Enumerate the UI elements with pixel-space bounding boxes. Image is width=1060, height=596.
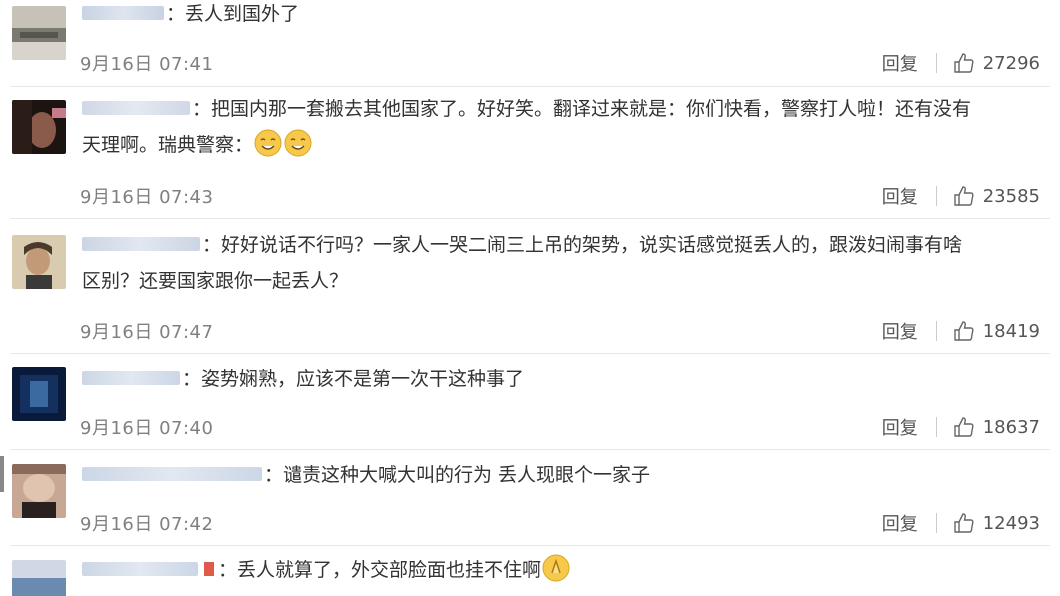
thumbs-up-icon bbox=[954, 513, 974, 533]
like-button[interactable]: 18637 bbox=[953, 416, 1040, 438]
reply-button[interactable]: 回复 bbox=[882, 50, 918, 76]
avatar[interactable] bbox=[12, 100, 66, 154]
like-button[interactable]: 27296 bbox=[953, 52, 1040, 74]
comment-text: ：谴责这种大喊大叫的行为 丢人现眼个一家子 bbox=[264, 464, 651, 486]
avatar[interactable] bbox=[12, 367, 66, 421]
comment-time: 9月16日 07:47 bbox=[80, 322, 214, 343]
username[interactable] bbox=[82, 236, 200, 251]
username[interactable] bbox=[82, 466, 262, 481]
divider bbox=[935, 417, 937, 437]
comment-text-line2: 天理啊。瑞典警察： bbox=[82, 134, 254, 156]
avatar[interactable] bbox=[12, 560, 66, 596]
comment-text: ：丢人就算了，外交部脸面也挂不住啊 bbox=[218, 559, 542, 581]
avatar[interactable] bbox=[12, 6, 66, 60]
like-count: 18637 bbox=[982, 416, 1040, 438]
laugh-emoji-icon bbox=[253, 128, 283, 158]
comment-feed: ：丢人到国外了 9月16日 07:41 回复 27296 ：把国内那一套搬去其他… bbox=[0, 0, 1060, 596]
reply-button[interactable]: 回复 bbox=[882, 414, 918, 440]
comment-item: ：丢人到国外了 9月16日 07:41 回复 27296 bbox=[0, 0, 1060, 87]
thumbs-up-icon bbox=[954, 321, 974, 341]
comment-text: ：丢人到国外了 bbox=[166, 3, 300, 25]
comment-item: ：好好说话不行吗？一家人一哭二闹三上吊的架势，说实话感觉挺丢人的，跟泼妇闹事有啥… bbox=[0, 219, 1060, 354]
comment-time: 9月16日 07:41 bbox=[80, 54, 214, 75]
comment-item: ：丢人就算了，外交部脸面也挂不住啊 bbox=[0, 546, 1060, 596]
comment-time: 9月16日 07:43 bbox=[80, 187, 214, 208]
avatar[interactable] bbox=[12, 464, 66, 518]
reply-button[interactable]: 回复 bbox=[882, 318, 918, 344]
verified-badge-icon bbox=[204, 561, 214, 576]
divider bbox=[935, 53, 937, 73]
comment-time: 9月16日 07:42 bbox=[80, 514, 214, 535]
username[interactable] bbox=[82, 100, 190, 115]
username[interactable] bbox=[82, 5, 164, 20]
thumbs-up-icon bbox=[954, 417, 974, 437]
comment-text: ：好好说话不行吗？一家人一哭二闹三上吊的架势，说实话感觉挺丢人的，跟泼妇闹事有啥 bbox=[202, 234, 963, 256]
comment-item: ：谴责这种大喊大叫的行为 丢人现眼个一家子 9月16日 07:42 回复 124… bbox=[0, 450, 1060, 546]
like-button[interactable]: 18419 bbox=[953, 320, 1040, 342]
thumbs-up-icon bbox=[954, 186, 974, 206]
pray-emoji-icon bbox=[541, 553, 571, 583]
like-button[interactable]: 12493 bbox=[953, 512, 1040, 534]
reply-button[interactable]: 回复 bbox=[882, 510, 918, 536]
divider bbox=[935, 186, 937, 206]
reply-button[interactable]: 回复 bbox=[882, 183, 918, 209]
comment-text: ：把国内那一套搬去其他国家了。好好笑。翻译过来就是：你们快看，警察打人啦！还有没… bbox=[192, 98, 972, 120]
comment-text-line2: 区别？还要国家跟你一起丢人？ bbox=[82, 270, 349, 292]
divider bbox=[935, 513, 937, 533]
avatar[interactable] bbox=[12, 235, 66, 289]
divider bbox=[935, 321, 937, 341]
username[interactable] bbox=[82, 370, 180, 385]
comment-text: ：姿势娴熟，应该不是第一次干这种事了 bbox=[182, 368, 525, 390]
laugh-emoji-icon bbox=[283, 128, 313, 158]
comment-item: ：姿势娴熟，应该不是第一次干这种事了 9月16日 07:40 回复 18637 bbox=[0, 354, 1060, 450]
thumbs-up-icon bbox=[954, 53, 974, 73]
like-button[interactable]: 23585 bbox=[953, 185, 1040, 207]
comment-time: 9月16日 07:40 bbox=[80, 418, 214, 439]
like-count: 23585 bbox=[982, 185, 1040, 207]
like-count: 18419 bbox=[982, 320, 1040, 342]
username[interactable] bbox=[82, 561, 198, 576]
like-count: 27296 bbox=[982, 52, 1040, 74]
comment-item: ：把国内那一套搬去其他国家了。好好笑。翻译过来就是：你们快看，警察打人啦！还有没… bbox=[0, 87, 1060, 219]
like-count: 12493 bbox=[982, 512, 1040, 534]
